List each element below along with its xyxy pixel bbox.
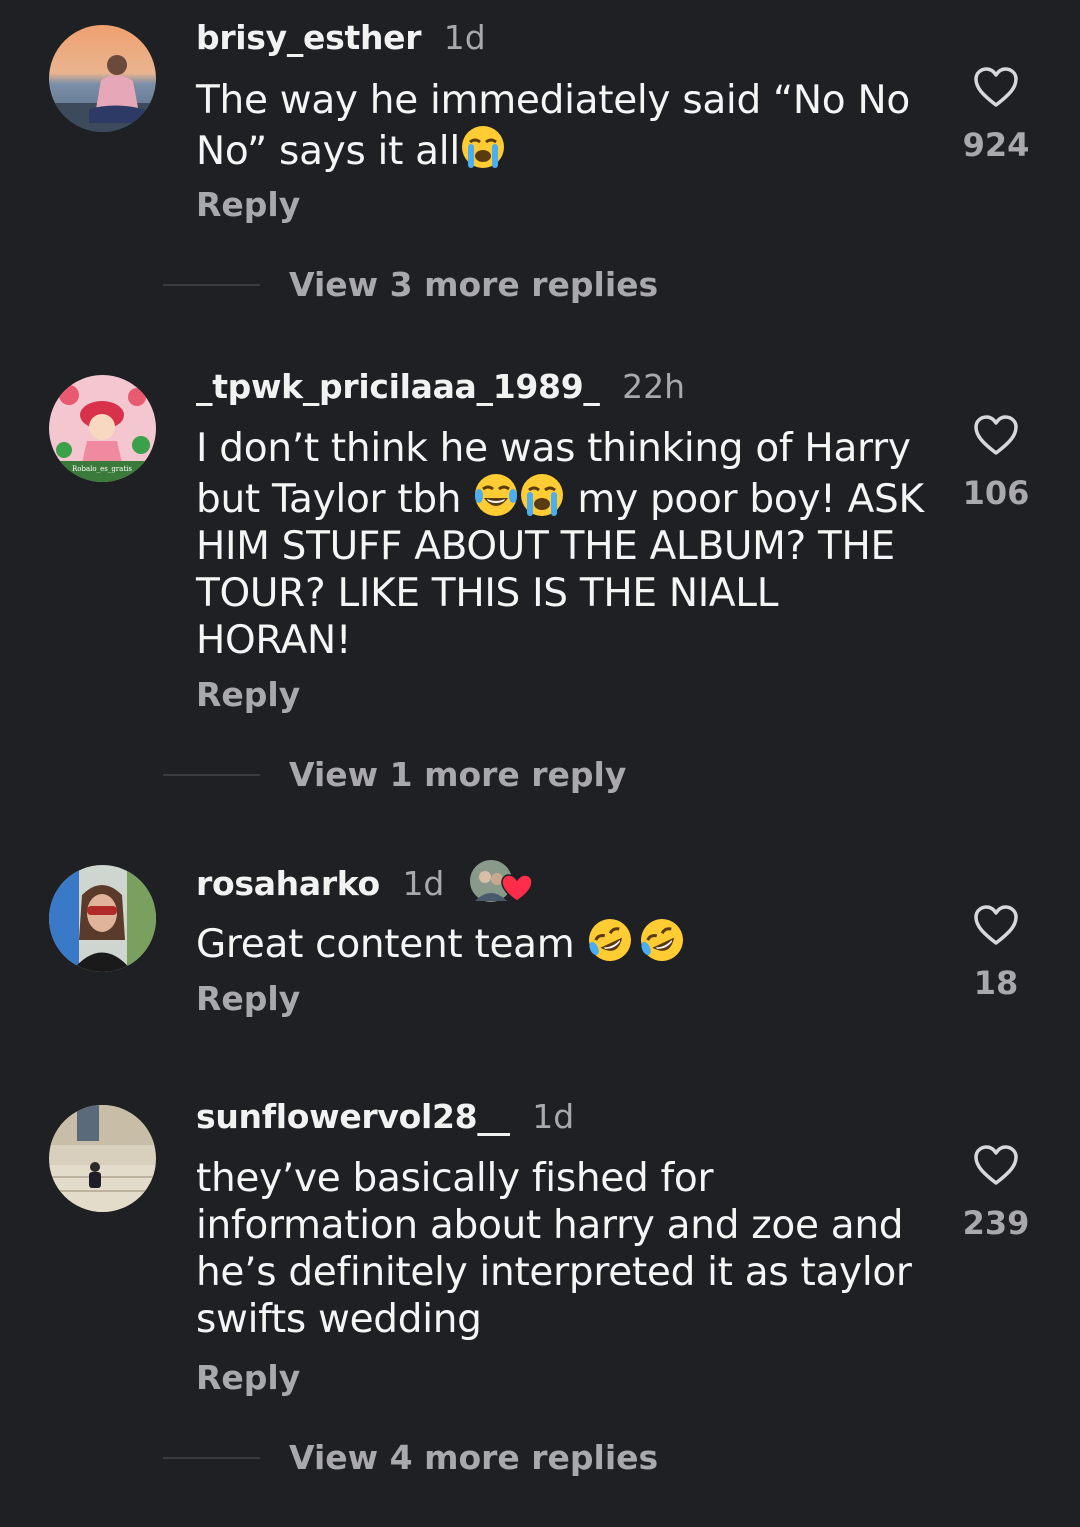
- like-count: 18: [973, 964, 1019, 1002]
- heart-icon[interactable]: [973, 1144, 1019, 1186]
- avatar[interactable]: [49, 1105, 156, 1212]
- like-button[interactable]: 924: [950, 66, 1042, 164]
- comment-meta: brisy_esther 1d: [196, 18, 486, 58]
- like-button[interactable]: 239: [950, 1144, 1042, 1242]
- like-count: 924: [962, 126, 1030, 164]
- username[interactable]: _tpwk_pricilaaa_1989_: [196, 367, 600, 406]
- reply-button[interactable]: Reply: [196, 675, 300, 715]
- face-with-tears-of-joy-icon: [473, 472, 519, 518]
- loudly-crying-face-icon: [519, 472, 565, 518]
- divider-line: [163, 1456, 260, 1459]
- avatar[interactable]: Robalo_es_gratis: [49, 375, 156, 482]
- like-count: 239: [962, 1204, 1030, 1242]
- comment-text: Great content team: [196, 917, 936, 968]
- view-more-replies[interactable]: View 4 more replies: [163, 1438, 658, 1477]
- loudly-crying-face-icon: [460, 124, 506, 170]
- heart-icon[interactable]: [973, 414, 1019, 456]
- comment-text: I don’t think he was thinking of Harry b…: [196, 425, 936, 664]
- comment-text-content: Great content team: [196, 922, 587, 967]
- timestamp: 1d: [402, 864, 445, 903]
- avatar-watermark: Robalo_es_gratis: [72, 465, 132, 473]
- timestamp: 1d: [532, 1097, 575, 1136]
- comment-text-content: they’ve basically fished for information…: [196, 1156, 912, 1342]
- divider-line: [163, 283, 260, 286]
- heart-icon[interactable]: [973, 66, 1019, 108]
- reply-button[interactable]: Reply: [196, 1358, 300, 1398]
- username[interactable]: sunflowervol28__: [196, 1097, 510, 1136]
- view-more-replies-label[interactable]: View 1 more reply: [289, 755, 626, 794]
- view-more-replies-label[interactable]: View 4 more replies: [289, 1438, 658, 1477]
- comment-text-content: The way he immediately said “No No No” s…: [196, 78, 910, 174]
- creator-liked-badge: [467, 857, 537, 907]
- avatar[interactable]: [49, 865, 156, 972]
- like-button[interactable]: 106: [950, 414, 1042, 512]
- comment-meta: rosaharko 1d: [196, 857, 537, 907]
- like-count: 106: [962, 474, 1030, 512]
- reply-button[interactable]: Reply: [196, 979, 300, 1019]
- heart-icon[interactable]: [973, 904, 1019, 946]
- avatar[interactable]: [49, 25, 156, 132]
- timestamp: 22h: [622, 367, 685, 406]
- comment-text: The way he immediately said “No No No” s…: [196, 77, 936, 175]
- like-button[interactable]: 18: [950, 904, 1042, 1002]
- comment-text: they’ve basically fished for information…: [196, 1155, 936, 1343]
- rolling-on-the-floor-laughing-icon: [587, 917, 633, 963]
- comment-meta: sunflowervol28__ 1d: [196, 1097, 574, 1137]
- username[interactable]: brisy_esther: [196, 18, 422, 57]
- view-more-replies-label[interactable]: View 3 more replies: [289, 265, 658, 304]
- timestamp: 1d: [443, 18, 486, 57]
- view-more-replies[interactable]: View 1 more reply: [163, 755, 626, 794]
- reply-button[interactable]: Reply: [196, 185, 300, 225]
- comment-meta: _tpwk_pricilaaa_1989_ 22h: [196, 367, 685, 407]
- username[interactable]: rosaharko: [196, 864, 380, 903]
- divider-line: [163, 773, 260, 776]
- rolling-on-the-floor-laughing-icon: [639, 917, 685, 963]
- view-more-replies[interactable]: View 3 more replies: [163, 265, 658, 304]
